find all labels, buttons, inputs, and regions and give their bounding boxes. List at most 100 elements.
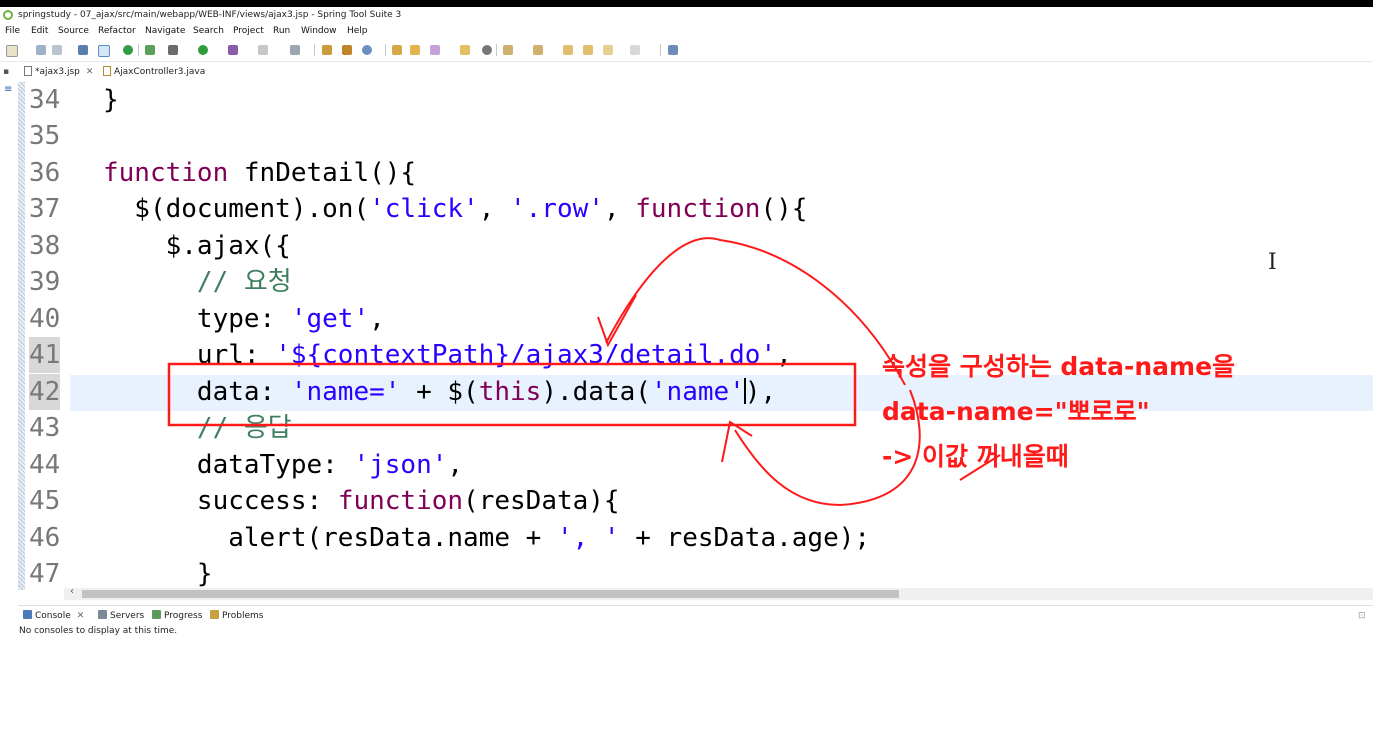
code-editor[interactable]: 34 } 35 36 function fnDetail(){ 37 $(doc… bbox=[26, 82, 1373, 588]
save-all-icon[interactable] bbox=[52, 45, 62, 55]
code-line: 44 dataType: 'json', bbox=[26, 447, 1373, 483]
scrollbar-thumb[interactable] bbox=[82, 590, 899, 598]
code-text[interactable]: dataType: 'json', bbox=[103, 447, 463, 483]
menu-refactor[interactable]: Refactor bbox=[98, 23, 136, 39]
string-literal: '.row' bbox=[510, 194, 604, 224]
last-edit-icon[interactable] bbox=[563, 45, 573, 55]
tab-label: AjaxController3.java bbox=[114, 67, 206, 77]
tab-console[interactable]: Console ✕ bbox=[23, 608, 84, 624]
string-literal: '${contextPath}/ajax3/detail.do' bbox=[275, 340, 777, 370]
outline-icon[interactable]: ≡ bbox=[4, 84, 12, 95]
code-line: 38 $.ajax({ bbox=[26, 228, 1373, 264]
new-java-project-icon[interactable] bbox=[322, 45, 332, 55]
run-icon[interactable] bbox=[198, 45, 208, 55]
code-text[interactable]: url: '${contextPath}/ajax3/detail.do', bbox=[103, 337, 792, 373]
toolbar-separator bbox=[314, 44, 315, 56]
line-number: 47 bbox=[29, 559, 61, 588]
code-text[interactable]: } bbox=[103, 556, 213, 588]
string-literal: 'name' bbox=[650, 377, 745, 407]
terminal-icon[interactable] bbox=[78, 45, 88, 55]
code-text[interactable]: data: 'name=' + $(this).data('name'), bbox=[103, 374, 776, 410]
menu-run[interactable]: Run bbox=[273, 23, 290, 39]
search-folder-icon[interactable] bbox=[460, 45, 470, 55]
external-tools-icon[interactable] bbox=[258, 45, 268, 55]
menu-bar: File Edit Source Refactor Navigate Searc… bbox=[0, 23, 1373, 39]
toolbar-separator bbox=[138, 44, 139, 56]
line-number: 35 bbox=[29, 121, 61, 151]
tab-progress[interactable]: Progress bbox=[152, 608, 202, 624]
mouse-ibeam-cursor: I bbox=[1268, 250, 1277, 275]
open-folder-icon[interactable] bbox=[410, 45, 420, 55]
close-icon[interactable]: ✕ bbox=[86, 67, 94, 77]
code-line: 47 } bbox=[26, 556, 1373, 588]
forward-disabled-icon[interactable] bbox=[630, 45, 640, 55]
globe-icon[interactable] bbox=[482, 45, 492, 55]
horizontal-scrollbar[interactable]: ‹ bbox=[64, 586, 1373, 600]
code-line: 43 // 응답 bbox=[26, 410, 1373, 446]
maximize-icon[interactable]: ⊡ bbox=[1358, 608, 1366, 624]
string-literal: 'click' bbox=[369, 194, 479, 224]
code-comment[interactable]: // 요청 bbox=[103, 264, 292, 300]
code-text[interactable]: type: 'get', bbox=[103, 301, 385, 337]
tab-ajaxcontroller3-java[interactable]: AjaxController3.java bbox=[103, 64, 205, 80]
code-text[interactable]: success: function(resData){ bbox=[103, 483, 620, 519]
tab-label: Servers bbox=[110, 611, 145, 621]
server-icon[interactable] bbox=[290, 45, 300, 55]
menu-help[interactable]: Help bbox=[347, 23, 368, 39]
forward-icon[interactable] bbox=[603, 45, 613, 55]
pen-icon[interactable] bbox=[430, 45, 440, 55]
refresh-icon[interactable] bbox=[145, 45, 155, 55]
pin-editor-icon[interactable] bbox=[668, 45, 678, 55]
line-number: 46 bbox=[29, 523, 61, 553]
menu-edit[interactable]: Edit bbox=[31, 23, 48, 39]
toolbar-separator bbox=[660, 44, 661, 56]
editor-tab-bar: ▪ *ajax3.jsp ✕ AjaxController3.java bbox=[0, 62, 1373, 82]
scroll-left-icon[interactable]: ‹ bbox=[70, 586, 74, 597]
code-text[interactable]: } bbox=[103, 82, 119, 118]
boot-dashboard-icon[interactable] bbox=[123, 45, 133, 55]
tab-label: Console bbox=[35, 611, 71, 621]
menu-search[interactable]: Search bbox=[193, 23, 224, 39]
string-literal: 'json' bbox=[353, 450, 448, 480]
screen-top-edge bbox=[0, 0, 1373, 7]
problems-icon bbox=[210, 610, 219, 619]
line-number: 43 bbox=[29, 413, 61, 443]
keyword: this bbox=[478, 377, 542, 407]
keyword: function bbox=[103, 158, 229, 188]
code-text[interactable]: $(document).on('click', '.row', function… bbox=[103, 191, 807, 227]
coverage-icon[interactable] bbox=[228, 45, 238, 55]
console-area[interactable] bbox=[18, 640, 1373, 739]
code-text[interactable]: function fnDetail(){ bbox=[103, 155, 416, 191]
new-class-icon[interactable] bbox=[362, 45, 372, 55]
open-type-icon[interactable] bbox=[392, 45, 402, 55]
code-text[interactable]: $.ajax({ bbox=[103, 228, 291, 264]
keyword: function bbox=[635, 194, 761, 224]
new-icon[interactable] bbox=[6, 45, 18, 57]
tab-servers[interactable]: Servers bbox=[98, 608, 144, 624]
menu-window[interactable]: Window bbox=[301, 23, 337, 39]
annotation-next-icon[interactable] bbox=[503, 45, 513, 55]
menu-file[interactable]: File bbox=[5, 23, 20, 39]
string-literal: ', ' bbox=[556, 523, 620, 553]
code-text[interactable]: alert(resData.name + ', ' + resData.age)… bbox=[103, 520, 870, 556]
tab-ajax3-jsp[interactable]: *ajax3.jsp ✕ bbox=[24, 64, 93, 80]
debug-icon[interactable] bbox=[168, 45, 178, 55]
tab-problems[interactable]: Problems bbox=[210, 608, 263, 624]
toggle-mark-icon[interactable] bbox=[98, 45, 110, 57]
back-icon[interactable] bbox=[583, 45, 593, 55]
annotation-prev-icon[interactable] bbox=[533, 45, 543, 55]
servers-icon bbox=[98, 610, 107, 619]
spring-tool-suite-icon bbox=[3, 10, 13, 20]
bottom-panel-tabs: Console ✕ Servers Progress Problems ⊡ bbox=[18, 605, 1373, 626]
close-icon[interactable]: ✕ bbox=[77, 611, 85, 621]
minimize-icon[interactable]: ▪ bbox=[3, 64, 9, 80]
code-line: 45 success: function(resData){ bbox=[26, 483, 1373, 519]
menu-project[interactable]: Project bbox=[233, 23, 264, 39]
new-package-icon[interactable] bbox=[342, 45, 352, 55]
progress-icon bbox=[152, 610, 161, 619]
save-icon[interactable] bbox=[36, 45, 46, 55]
code-comment[interactable]: // 응답 bbox=[103, 410, 292, 446]
menu-source[interactable]: Source bbox=[58, 23, 89, 39]
line-number: 38 bbox=[29, 231, 61, 261]
menu-navigate[interactable]: Navigate bbox=[145, 23, 185, 39]
